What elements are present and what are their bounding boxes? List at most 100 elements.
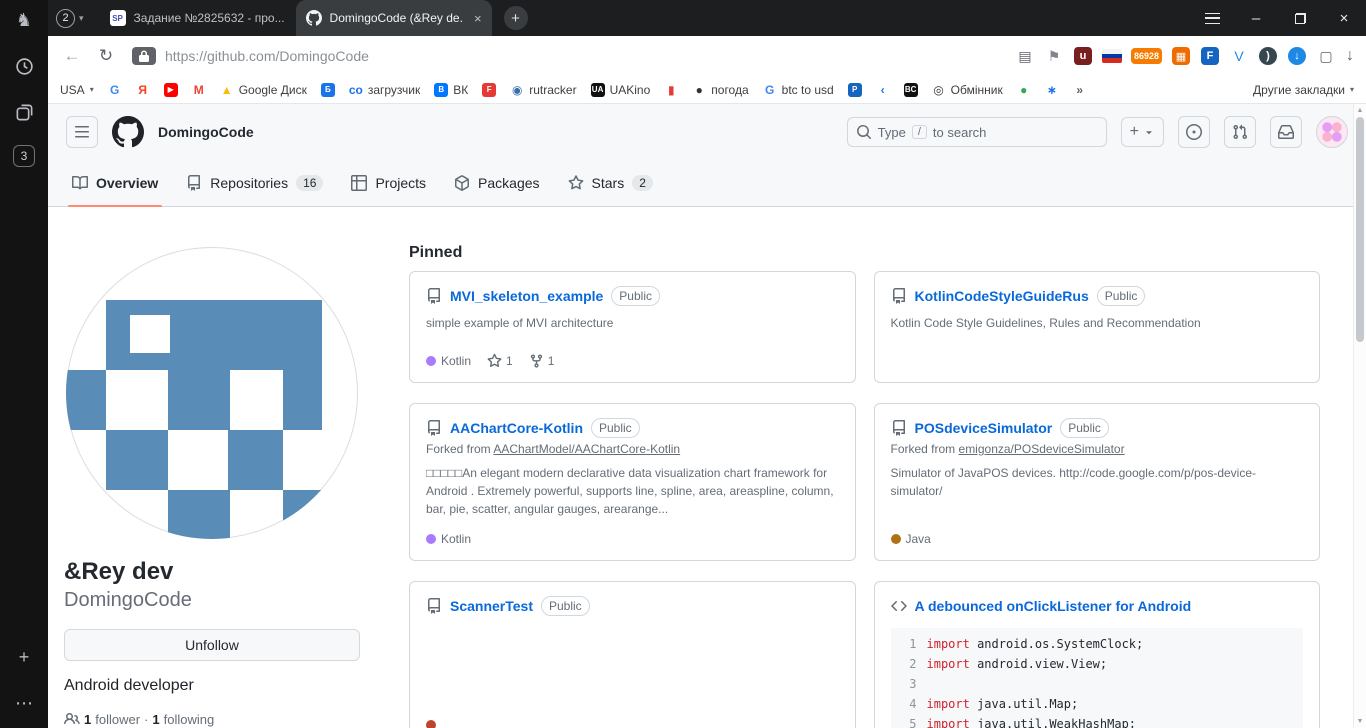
restore-icon: [1294, 12, 1306, 24]
bookmark-angle[interactable]: ‹: [876, 83, 890, 97]
rail-more-button[interactable]: ⋯: [11, 690, 37, 716]
pinned-repo-link[interactable]: MVI_skeleton_example: [450, 288, 603, 304]
bookmark-translate[interactable]: Б: [320, 82, 335, 97]
bookmark-google-drive[interactable]: ▲ Google Диск: [220, 83, 307, 97]
counter-extension-badge[interactable]: 86928: [1130, 48, 1162, 64]
bookmark-p[interactable]: P: [847, 82, 862, 97]
tab-packages[interactable]: Packages: [440, 160, 553, 206]
lock-icon[interactable]: [132, 47, 156, 65]
bookmark-obmennik[interactable]: ◎ Обмінник: [932, 83, 1002, 97]
inbox-button[interactable]: [1270, 116, 1302, 148]
bookmark-asterisk[interactable]: ∗: [1045, 83, 1059, 97]
bookmark-uakino[interactable]: UA UAKino: [590, 82, 650, 97]
pinned-repo-link[interactable]: KotlinCodeStyleGuideRus: [915, 288, 1089, 304]
language-label: Java: [905, 532, 931, 546]
history-icon[interactable]: [11, 53, 37, 79]
dark-extension-icon-glyph: ): [1259, 47, 1277, 65]
profile-nav: Overview Repositories 16 Projects Packages St…: [48, 160, 1366, 207]
user-avatar[interactable]: [1316, 116, 1348, 148]
restore-button[interactable]: [1278, 0, 1322, 36]
profile-avatar[interactable]: [64, 245, 360, 541]
header-context-title[interactable]: DomingoCode: [158, 124, 254, 140]
back-button[interactable]: ←: [60, 46, 84, 66]
github-menu-button[interactable]: [66, 116, 98, 148]
search-icon: [856, 124, 872, 140]
tab-stack-icon[interactable]: [11, 99, 37, 125]
bookmark-zagruzchik[interactable]: co загрузчик: [349, 83, 420, 97]
tab-projects[interactable]: Projects: [337, 160, 440, 206]
fork-count-link[interactable]: 1: [529, 353, 554, 368]
forked-from-link[interactable]: emigonza/POSdeviceSimulator: [959, 442, 1125, 456]
page-scrollbar[interactable]: ▲ ▼: [1353, 104, 1366, 728]
rail-add-button[interactable]: +: [11, 644, 37, 670]
star-count-link[interactable]: 1: [487, 353, 513, 368]
scrollbar-thumb[interactable]: [1356, 117, 1364, 342]
browser-logo-icon[interactable]: ♞: [11, 7, 37, 33]
star-icon: [487, 353, 502, 368]
tab-count-button[interactable]: 2 ▾: [56, 8, 84, 28]
pinned-repo-link[interactable]: ScannerTest: [450, 598, 533, 614]
tab-stars[interactable]: Stars 2: [554, 160, 667, 206]
reload-button[interactable]: ↻: [94, 46, 118, 66]
savefrom-icon-glyph: ↓: [1288, 47, 1306, 65]
bookmark-thermometer[interactable]: ▮: [664, 83, 678, 97]
create-new-button[interactable]: +: [1120, 117, 1164, 147]
followers-line[interactable]: 1 follower · 1 following: [64, 711, 360, 727]
pinned-card-header: KotlinCodeStyleGuideRus Public: [891, 286, 1304, 306]
dark-extension-icon[interactable]: ): [1258, 46, 1278, 66]
bookmark-usa-folder[interactable]: USA ▾: [60, 83, 94, 97]
pinned-repo-link[interactable]: POSdeviceSimulator: [915, 420, 1053, 436]
scroll-down-icon[interactable]: ▼: [1357, 718, 1364, 725]
bookmark-gmail[interactable]: M: [192, 83, 206, 97]
scroll-up-icon[interactable]: ▲: [1357, 107, 1364, 114]
bookmark-btc-to-usd[interactable]: Gbtc to usd: [763, 83, 834, 97]
tab-repositories[interactable]: Repositories 16: [172, 160, 337, 206]
blue-extension-icon[interactable]: F: [1200, 46, 1220, 66]
bookmarks-overflow[interactable]: »: [1073, 83, 1087, 97]
v-extension-icon[interactable]: V: [1229, 46, 1249, 66]
new-tab-button[interactable]: +: [503, 6, 528, 30]
bookmark-pogoda[interactable]: ● погода: [692, 83, 749, 97]
savefrom-icon[interactable]: ↓: [1287, 46, 1307, 66]
tab-title: DomingoCode (&Rey de...: [329, 11, 464, 25]
tag-extension-icon[interactable]: ▢: [1316, 46, 1336, 66]
ru-flag-icon[interactable]: [1101, 49, 1122, 63]
bookmark-map-pin[interactable]: ●: [1017, 83, 1031, 97]
browser-main-column: 2 ▾ SP Задание №2825632 - про... Domingo…: [48, 0, 1366, 728]
close-button[interactable]: ×: [1322, 0, 1366, 36]
url-bar[interactable]: https://github.com/DomingoCode: [128, 47, 1005, 65]
browser-menu-icon[interactable]: [1190, 0, 1234, 36]
bookmark-google[interactable]: G: [108, 83, 122, 97]
issues-button[interactable]: [1178, 116, 1210, 148]
pinned-card-header: AAChartCore-Kotlin Public: [426, 418, 839, 438]
bookmark-rutracker[interactable]: ◉ rutracker: [510, 83, 577, 97]
bookmark-flag-icon[interactable]: ⚑: [1044, 46, 1064, 66]
minimize-button[interactable]: –: [1234, 0, 1278, 36]
browser-tab-inactive[interactable]: SP Задание №2825632 - про...: [100, 0, 296, 36]
code-line-number: 2: [909, 657, 917, 671]
bookmark-yandex[interactable]: Я: [136, 83, 150, 97]
bookmark-vk[interactable]: B ВК: [434, 82, 468, 97]
tab-overview[interactable]: Overview: [58, 160, 172, 207]
workspace-badge[interactable]: 3: [13, 145, 35, 167]
bookmark-youtube[interactable]: ▶: [163, 82, 178, 97]
forked-from-link[interactable]: AAChartModel/AAChartCore-Kotlin: [493, 442, 680, 456]
visibility-badge: Public: [1060, 418, 1109, 438]
bookmark-bc[interactable]: BC: [903, 82, 918, 97]
browser-tab-active[interactable]: DomingoCode (&Rey de... ×: [295, 0, 492, 36]
downloads-button[interactable]: ↓: [1346, 47, 1354, 65]
pinned-repo-link[interactable]: AAChartCore-Kotlin: [450, 420, 583, 436]
pinned-repo-link[interactable]: A debounced onClickListener for Android: [915, 598, 1192, 614]
code-line: 4 import java.util.Map;: [891, 694, 1304, 714]
adblock-icon[interactable]: u: [1073, 46, 1093, 66]
bookmark-f[interactable]: F: [482, 82, 497, 97]
profile-bio: Android developer: [64, 677, 194, 694]
github-search-input[interactable]: Type / to search: [846, 117, 1107, 147]
orange-extension-icon[interactable]: ▦: [1171, 46, 1191, 66]
reading-mode-icon[interactable]: ▤: [1015, 46, 1035, 66]
tab-close-icon[interactable]: ×: [474, 11, 482, 26]
pull-requests-button[interactable]: [1224, 116, 1256, 148]
unfollow-button[interactable]: Unfollow: [64, 629, 360, 661]
other-bookmarks-button[interactable]: Другие закладки ▾: [1253, 83, 1354, 97]
github-logo-icon[interactable]: [112, 116, 144, 148]
